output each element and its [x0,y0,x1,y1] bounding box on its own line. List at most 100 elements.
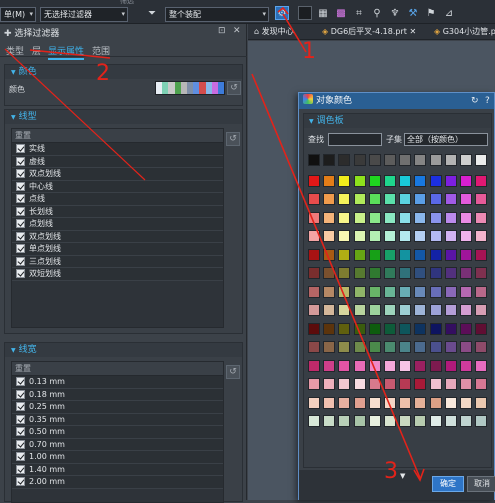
color-cell[interactable] [368,174,381,187]
color-cell[interactable] [444,341,457,353]
color-cell[interactable] [399,396,412,409]
color-cell[interactable] [383,341,396,353]
color-cell[interactable] [338,285,351,298]
checkbox[interactable] [16,244,25,254]
color-cell[interactable] [429,285,442,298]
color-cell[interactable] [353,154,366,166]
checkbox[interactable] [16,256,25,266]
list-item[interactable]: 双点划线 [12,168,223,181]
list-item[interactable]: 三点划线 [12,255,223,268]
color-cell[interactable] [323,174,336,187]
checkbox[interactable] [16,477,25,487]
color-cell[interactable] [353,378,366,390]
color-cell[interactable] [308,378,320,390]
build-icon[interactable]: ⚒ [406,6,420,20]
color-cell[interactable] [323,359,336,372]
color-cell[interactable] [338,322,351,335]
checkbox[interactable] [16,464,25,474]
color-cell[interactable] [308,415,320,427]
color-cell[interactable] [475,285,488,298]
checkbox[interactable] [16,414,25,424]
color-cell[interactable] [414,378,427,390]
color-cell[interactable] [444,415,457,427]
close-icon[interactable]: ✕ [233,26,241,36]
color-cell[interactable] [353,267,366,279]
color-cell[interactable] [475,396,488,409]
display-properties-filter-icon[interactable]: ⚙ [275,6,289,20]
reset-linetype-button[interactable]: ↺ [226,132,240,146]
tab-type[interactable]: 类型 [6,44,24,57]
color-cell[interactable] [429,378,442,390]
color-cell[interactable] [383,211,396,224]
color-cell[interactable] [475,304,488,316]
color-cell[interactable] [323,211,336,224]
list-item[interactable]: 1.40 mm [12,463,223,476]
checkbox[interactable] [16,427,25,437]
color-cell[interactable] [429,230,442,242]
color-cell[interactable] [338,154,351,166]
color-cell[interactable] [368,230,381,242]
color-cell[interactable] [368,267,381,279]
color-cell[interactable] [368,211,381,224]
color-cell[interactable] [429,359,442,372]
color-cell[interactable] [308,193,320,205]
color-cell[interactable] [323,248,336,261]
color-cell[interactable] [399,230,412,242]
color-cell[interactable] [368,193,381,205]
color-cell[interactable] [323,341,336,353]
color-cell[interactable] [444,322,457,335]
color-cell[interactable] [338,230,351,242]
color-cell[interactable] [399,415,412,427]
vertex-icon[interactable]: ⌗ [352,6,366,20]
color-cell[interactable] [323,396,336,409]
color-cell[interactable] [368,285,381,298]
grid-icon[interactable]: ▦ [316,6,330,20]
filter-icon[interactable]: ⏷ [145,6,159,20]
color-cell[interactable] [399,359,412,372]
color-cell[interactable] [414,267,427,279]
color-cell[interactable] [383,174,396,187]
close-icon[interactable]: ✕ [407,27,416,36]
color-cell[interactable] [383,267,396,279]
list-item[interactable]: 0.50 mm [12,426,223,439]
color-cell[interactable] [338,396,351,409]
pin-icon[interactable]: ⊡ [218,26,226,36]
search-input[interactable] [328,133,382,146]
color-cell[interactable] [308,211,320,224]
color-cell[interactable] [338,174,351,187]
select-icon[interactable]: ♆ [388,6,402,20]
color-cell[interactable] [444,174,457,187]
color-cell[interactable] [353,322,366,335]
color-cell[interactable] [368,396,381,409]
color-cell[interactable] [414,359,427,372]
color-icon[interactable]: ▩ [334,6,348,20]
help-icon[interactable]: ? [485,93,490,109]
checkbox[interactable] [16,402,25,412]
color-cell[interactable] [338,341,351,353]
color-cell[interactable] [429,154,442,166]
color-cell[interactable] [308,174,320,187]
color-cell[interactable] [399,248,412,261]
color-section-header[interactable]: ▼ 颜色 [5,65,242,79]
color-cell[interactable] [429,248,442,261]
color-cell[interactable] [368,322,381,335]
color-cell[interactable] [323,285,336,298]
color-cell[interactable] [459,193,472,205]
color-cell[interactable] [429,322,442,335]
color-cell[interactable] [459,378,472,390]
color-cell[interactable] [338,304,351,316]
color-cell[interactable] [444,230,457,242]
tab-dg6-part[interactable]: ◈ DG6后平叉-4.18.prt ✕ [322,26,416,37]
color-cell[interactable] [459,304,472,316]
color-swatch-bar[interactable] [155,81,225,95]
color-cell[interactable] [475,248,488,261]
color-cell[interactable] [368,304,381,316]
list-item[interactable]: 单点划线 [12,243,223,256]
assembly-scope-dropdown[interactable]: 整个装配 ▾ [165,7,269,22]
reset-linewidth-button[interactable]: ↺ [226,365,240,379]
checkbox[interactable] [16,194,25,204]
color-cell[interactable] [353,174,366,187]
color-cell[interactable] [414,193,427,205]
menu-dropdown[interactable]: 单(M) ▾ [0,7,36,22]
color-cell[interactable] [429,267,442,279]
